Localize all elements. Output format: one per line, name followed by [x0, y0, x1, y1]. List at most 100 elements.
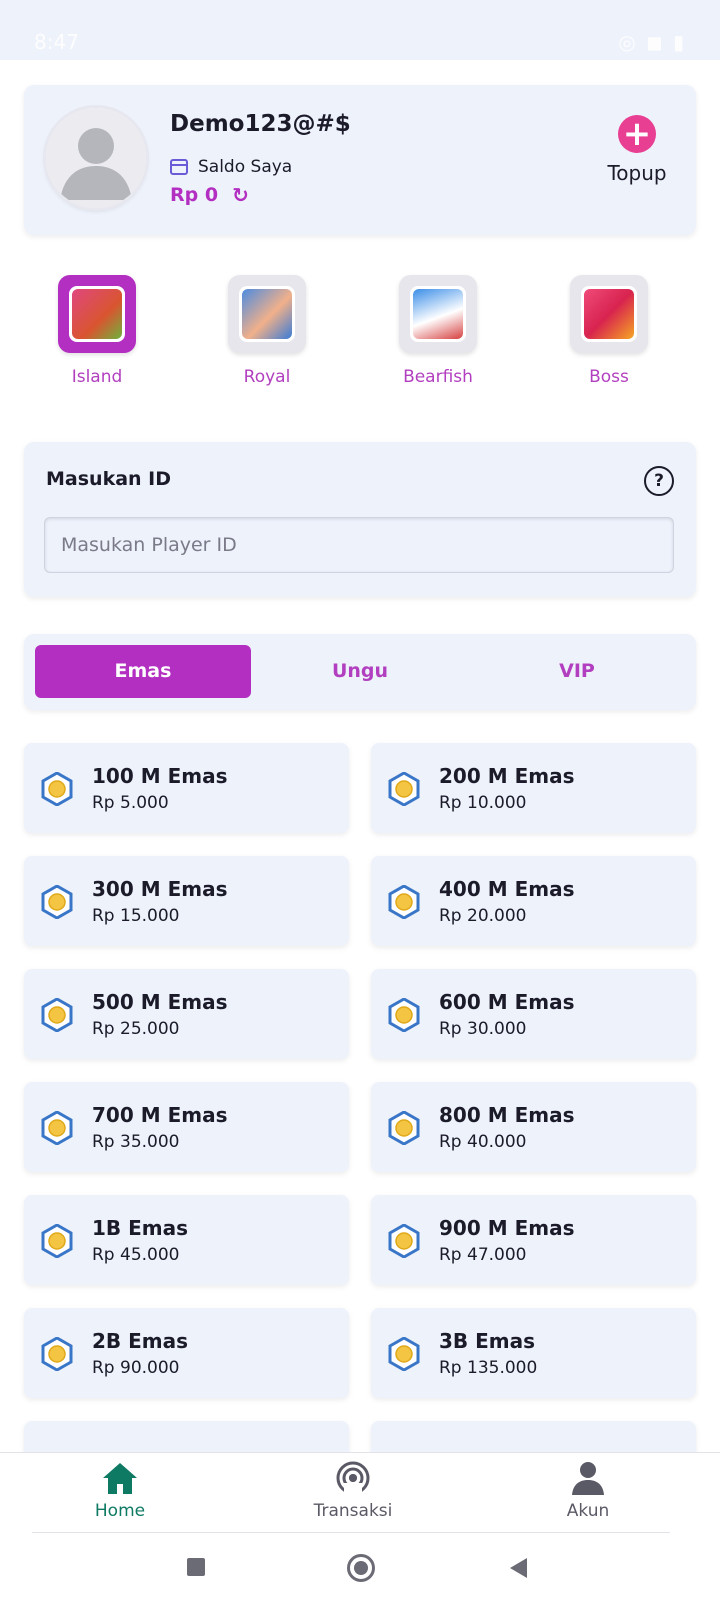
game-tile — [570, 275, 648, 353]
balance-row: Rp 0 ↻ — [170, 183, 249, 207]
topup-label: Topup — [607, 161, 667, 185]
player-id-title: Masukan ID — [46, 468, 172, 490]
nav-transaksi[interactable]: Transaksi — [273, 1461, 433, 1521]
product-item[interactable]: 400 M Emas Rp 20.000 — [371, 856, 696, 946]
coin-icon — [388, 772, 420, 806]
nav-akun-label: Akun — [566, 1501, 610, 1521]
status-bar: 8:47 ◎ ◼ ▮ — [0, 0, 720, 60]
product-name: 200 M Emas — [439, 764, 575, 788]
tab-ungu[interactable]: Ungu — [252, 645, 468, 698]
coin-icon — [388, 1224, 420, 1258]
saldo-row: Saldo Saya — [170, 157, 292, 177]
status-time: 8:47 — [34, 30, 79, 54]
product-price: Rp 20.000 — [439, 906, 527, 926]
coin-icon — [41, 998, 73, 1032]
product-price: Rp 45.000 — [92, 1245, 180, 1265]
product-item[interactable]: 300 M Emas Rp 15.000 — [24, 856, 349, 946]
product-name: 100 M Emas — [92, 764, 228, 788]
product-item[interactable]: 600 M Emas Rp 30.000 — [371, 969, 696, 1059]
nav-home-label: Home — [94, 1501, 146, 1521]
product-price: Rp 47.000 — [439, 1245, 527, 1265]
product-name: 400 M Emas — [439, 877, 575, 901]
person-icon — [572, 1462, 604, 1495]
coin-icon — [388, 885, 420, 919]
home-icon — [103, 1463, 137, 1494]
currency-tabs: Emas Ungu VIP — [24, 634, 696, 710]
coin-icon — [41, 1224, 73, 1258]
product-item[interactable]: 2B Emas Rp 90.000 — [24, 1308, 349, 1398]
product-name: 900 M Emas — [439, 1216, 575, 1240]
bottom-navigation: Home Transaksi Akun — [0, 1452, 720, 1533]
avatar[interactable] — [46, 108, 146, 208]
game-island-icon — [69, 286, 125, 342]
product-item[interactable]: 900 M Emas Rp 47.000 — [371, 1195, 696, 1285]
game-bearfish-icon — [410, 286, 466, 342]
game-boss-icon — [581, 286, 637, 342]
coin-icon — [41, 1337, 73, 1371]
product-item[interactable]: 800 M Emas Rp 40.000 — [371, 1082, 696, 1172]
tab-vip[interactable]: VIP — [469, 645, 685, 698]
product-price: Rp 90.000 — [92, 1358, 180, 1378]
game-label: Bearfish — [403, 367, 473, 387]
game-tile — [228, 275, 306, 353]
game-tile — [399, 275, 477, 353]
game-island[interactable]: Island — [37, 275, 157, 387]
product-item[interactable]: 1B Emas Rp 45.000 — [24, 1195, 349, 1285]
coin-icon — [388, 1111, 420, 1145]
divider — [32, 1532, 670, 1533]
product-item[interactable]: 200 M Emas Rp 10.000 — [371, 743, 696, 833]
product-item[interactable]: 100 M Emas Rp 5.000 — [24, 743, 349, 833]
game-royal-icon — [239, 286, 295, 342]
tab-emas[interactable]: Emas — [35, 645, 251, 698]
product-price: Rp 30.000 — [439, 1019, 527, 1039]
product-name: 700 M Emas — [92, 1103, 228, 1127]
game-label: Royal — [243, 367, 291, 387]
home-system-icon[interactable] — [347, 1554, 375, 1582]
coin-icon — [41, 772, 73, 806]
product-name: 600 M Emas — [439, 990, 575, 1014]
product-name: 3B Emas — [439, 1329, 536, 1353]
player-id-input[interactable] — [44, 517, 674, 573]
nav-akun[interactable]: Akun — [508, 1461, 668, 1521]
product-price: Rp 5.000 — [92, 793, 169, 813]
refresh-icon[interactable]: ↻ — [232, 183, 249, 207]
product-price: Rp 40.000 — [439, 1132, 527, 1152]
product-price: Rp 25.000 — [92, 1019, 180, 1039]
product-name: 800 M Emas — [439, 1103, 575, 1127]
game-selector: Island Royal Bearfish Boss — [0, 275, 720, 395]
nav-transaksi-label: Transaksi — [313, 1501, 393, 1521]
balance-value: Rp 0 — [170, 184, 219, 206]
wallet-icon — [170, 159, 188, 175]
game-label: Island — [71, 367, 123, 387]
product-item[interactable]: 700 M Emas Rp 35.000 — [24, 1082, 349, 1172]
coin-icon — [388, 998, 420, 1032]
product-item[interactable]: 500 M Emas Rp 25.000 — [24, 969, 349, 1059]
username: Demo123@#$ — [170, 111, 351, 137]
product-name: 2B Emas — [92, 1329, 189, 1353]
coin-icon — [388, 1337, 420, 1371]
product-price: Rp 10.000 — [439, 793, 527, 813]
help-icon[interactable]: ? — [644, 466, 674, 496]
game-royal[interactable]: Royal — [207, 275, 327, 387]
coin-icon — [41, 1111, 73, 1145]
product-name: 500 M Emas — [92, 990, 228, 1014]
game-bearfish[interactable]: Bearfish — [378, 275, 498, 387]
product-price: Rp 135.000 — [439, 1358, 538, 1378]
system-navigation-bar — [0, 1532, 720, 1600]
back-icon[interactable] — [510, 1558, 527, 1578]
nav-home[interactable]: Home — [40, 1461, 200, 1521]
product-item[interactable]: 3B Emas Rp 135.000 — [371, 1308, 696, 1398]
recent-apps-icon[interactable] — [187, 1558, 205, 1576]
game-tile — [58, 275, 136, 353]
product-name: 1B Emas — [92, 1216, 189, 1240]
broadcast-icon — [336, 1461, 370, 1495]
product-price: Rp 15.000 — [92, 906, 180, 926]
coin-icon — [41, 885, 73, 919]
game-boss[interactable]: Boss — [549, 275, 669, 387]
topup-button[interactable]: + Topup — [602, 115, 672, 185]
game-label: Boss — [589, 367, 629, 387]
profile-card: Demo123@#$ Saldo Saya Rp 0 ↻ + Topup — [24, 85, 696, 235]
status-icons: ◎ ◼ ▮ — [618, 30, 686, 54]
plus-icon: + — [618, 115, 656, 153]
avatar-placeholder-icon — [46, 108, 146, 208]
